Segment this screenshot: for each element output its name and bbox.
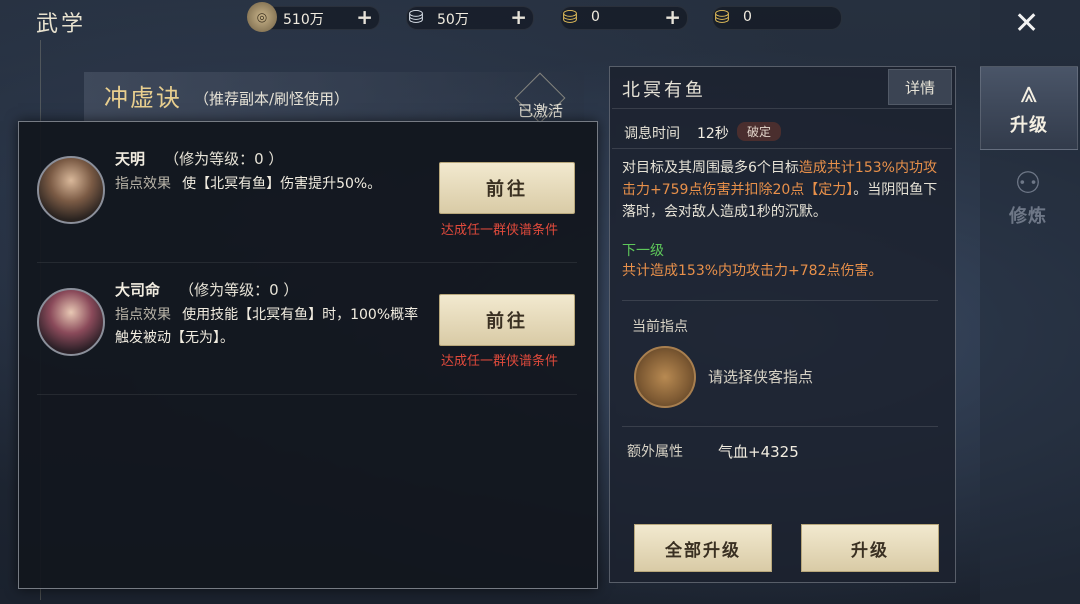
divider	[622, 300, 938, 301]
guidance-slot[interactable]	[634, 346, 696, 408]
add-gold-button[interactable]: +	[664, 5, 681, 29]
add-copper-button[interactable]: +	[356, 5, 373, 29]
tab-upgrade[interactable]: ⩓ 升级	[980, 66, 1078, 150]
mentor-popup: . 天明 （修为等级：0 ） 指点效果 使【北冥有鱼】伤害提升50%。 前往 达…	[18, 121, 598, 589]
npc-2-header: 大司命 （修为等级：0 ）	[115, 279, 298, 300]
npc-1-effect: 指点效果 使【北冥有鱼】伤害提升50%。	[115, 173, 425, 196]
gold-ingot-icon: ⛁	[562, 6, 578, 28]
upgrade-all-button[interactable]: 全部升级	[634, 524, 772, 572]
guidance-slot-hint: 请选择侠客指点	[708, 368, 814, 386]
upgrade-button[interactable]: 升级	[801, 524, 939, 572]
next-level-label: 下一级	[622, 243, 664, 259]
npc-1-effect-text: 使【北冥有鱼】伤害提升50%。	[182, 176, 382, 192]
resource-gold: ⛁ 0 +	[560, 5, 688, 30]
add-silver-button[interactable]: +	[510, 5, 527, 29]
silver-ingot-icon: ⛁	[408, 6, 424, 28]
extra-attr-value: 气血+4325	[718, 443, 799, 461]
activated-label: 已激活	[518, 102, 564, 120]
extra-attr-label: 额外属性	[627, 444, 683, 460]
next-level-text: 共计造成153%内功攻击力+782点伤害。	[622, 263, 883, 279]
skill-subtitle: （推荐副本/刷怪使用）	[194, 90, 350, 108]
npc-2-name: 大司命	[115, 281, 161, 299]
avatar-dasiming: .	[37, 288, 105, 356]
current-guidance-label: 当前指点	[632, 319, 688, 335]
goto-button-dasiming[interactable]: 前往	[439, 294, 575, 346]
resource-silver-value: 50万	[437, 12, 469, 28]
row-divider	[37, 262, 577, 263]
page-title: 武学	[36, 12, 87, 37]
skill-description: 对目标及其周围最多6个目标造成共计153%内功攻击力+759点伤害并扣除20点【…	[622, 157, 948, 223]
desc-part-1: 对目标及其周围最多6个目标	[622, 160, 799, 176]
resource-copper-value: 510万	[283, 12, 324, 28]
npc-1-condition: 达成任一群侠谱条件	[441, 223, 559, 238]
detail-button[interactable]: 详情	[888, 69, 952, 105]
npc-1-header: 天明 （修为等级：0 ）	[115, 148, 283, 169]
close-icon[interactable]: ✕	[1014, 6, 1039, 41]
locked-gold-ingot-icon: ⛁	[714, 6, 730, 28]
npc-1-effect-label: 指点效果	[115, 176, 171, 192]
cultivate-nodes-icon: ⚇	[1014, 166, 1042, 201]
avatar-tianming: .	[37, 156, 105, 224]
resource-silver: ⛁ 50万 +	[406, 5, 534, 30]
divider	[622, 426, 938, 427]
detail-title: 北冥有鱼	[622, 80, 706, 101]
npc-1-name: 天明	[115, 150, 146, 168]
npc-2-effect: 指点效果 使用技能【北冥有鱼】时，100%概率触发被动【无为】。	[115, 304, 425, 350]
tab-cultivate-label: 修炼	[1009, 206, 1047, 227]
cooldown-label: 调息时间	[624, 126, 680, 142]
resource-bound-gold-value: 0	[743, 9, 752, 25]
goto-button-tianming[interactable]: 前往	[439, 162, 575, 214]
resource-copper: ◎ 510万 +	[247, 2, 380, 32]
copper-coin-icon: ◎	[247, 2, 277, 32]
npc-2-level: （修为等级：0 ）	[179, 281, 299, 299]
skill-name: 冲虚诀	[104, 84, 182, 112]
row-divider	[37, 394, 577, 395]
npc-1-level: （修为等级：0 ）	[164, 150, 284, 168]
divider	[612, 148, 952, 149]
cooldown-value: 12秒	[697, 126, 729, 142]
upgrade-arrow-icon: ⩓	[1020, 75, 1038, 110]
resource-gold-value: 0	[591, 9, 600, 25]
tab-upgrade-label: 升级	[1010, 115, 1048, 136]
npc-2-effect-label: 指点效果	[115, 307, 171, 323]
divider	[612, 108, 952, 109]
break-badge: 破定	[737, 122, 782, 141]
npc-2-condition: 达成任一群侠谱条件	[441, 354, 559, 369]
tab-cultivate[interactable]: ⚇ 修炼	[980, 158, 1076, 240]
resource-bound-gold: ⛁ 0	[712, 6, 842, 30]
